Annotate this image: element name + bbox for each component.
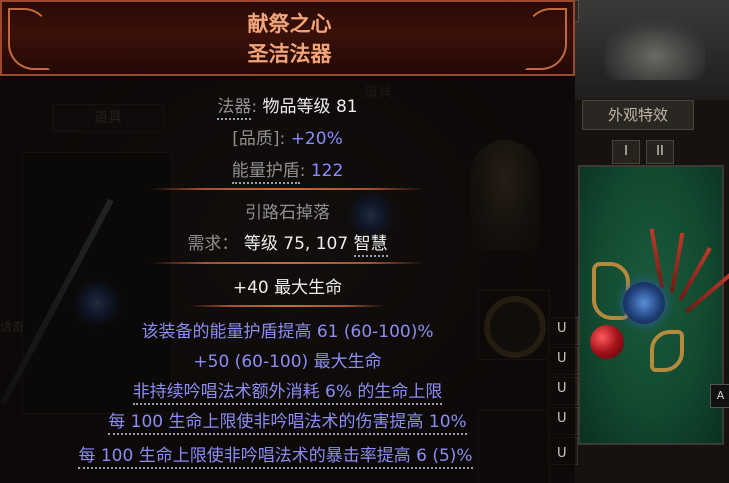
required-level: 等级 75,	[243, 234, 311, 254]
explicit-mod: +50 (60-100) 最大生命	[0, 347, 575, 372]
drop-source-line: 引路石掉落	[0, 198, 575, 223]
separator	[150, 262, 425, 264]
explicit-mod-text[interactable]: 每 100 生命上限使非吟唱法术的暴击率提高 6 (5)%	[78, 446, 473, 469]
quality-label: [品质]	[232, 129, 280, 149]
mod-tier-tag: U	[557, 411, 567, 426]
energy-shield-label[interactable]: 能量护盾	[231, 161, 300, 184]
cosmetic-tabs: I II	[612, 140, 680, 164]
energy-shield-line: 能量护盾: 122	[0, 156, 575, 184]
implicit-mod-text: +40 最大生命	[232, 278, 343, 298]
item-base-type: 圣洁法器	[247, 41, 332, 66]
mod-tier-tag: U	[557, 351, 567, 366]
item-type-line: 法器: 物品等级 81	[0, 92, 575, 120]
explicit-mod-text: +50 (60-100) 最大生命	[193, 352, 382, 372]
explicit-mod: 该装备的能量护盾提高 61 (60-100)%	[0, 317, 575, 342]
explicit-mod: 每 100 生命上限使非吟唱法术的伤害提高 10%	[0, 407, 575, 435]
quality-line: [品质]: +20%	[232, 129, 343, 149]
tab-cosmetic-1[interactable]: I	[612, 140, 640, 164]
tooltip-header: 献祭之心 圣洁法器	[0, 0, 575, 76]
explicit-mod: 非持续吟唱法术额外消耗 6% 的生命上限	[0, 377, 575, 405]
explicit-mod-text[interactable]: 每 100 生命上限使非吟唱法术的伤害提高 10%	[108, 412, 467, 435]
mod-tier-tag: U	[557, 446, 567, 461]
quality-value: +20%	[290, 129, 343, 149]
explicit-mod-text: 该装备的能量护盾提高 61 (60-100)%	[141, 322, 434, 342]
lion-statue-image	[605, 20, 705, 80]
tab-cosmetic-2[interactable]: II	[646, 140, 674, 164]
red-orb-icon	[590, 325, 624, 359]
rune-socket-icon	[623, 282, 665, 324]
energy-shield-value: 122	[310, 161, 344, 181]
requirements-line: 需求： 等级 75, 107 智慧	[0, 229, 575, 257]
explicit-mod: 每 100 生命上限使非吟唱法术的暴击率提高 6 (5)%	[0, 441, 563, 469]
item-tooltip: 献祭之心 圣洁法器 法器: 物品等级 81 [品质]: +20% 能量护盾: 1…	[0, 0, 575, 483]
implicit-mod: +40 最大生命	[0, 273, 575, 298]
mod-tier-tag: U	[557, 381, 567, 396]
item-name: 献祭之心	[247, 11, 332, 36]
item-type-label[interactable]: 法器	[217, 97, 252, 120]
cosmetic-panel-title: 外观特效	[582, 100, 694, 130]
drop-source-text: 引路石掉落	[245, 203, 330, 223]
intelligence-label[interactable]: 智慧	[353, 234, 388, 257]
separator	[190, 305, 385, 307]
requirements-label: 需求：	[187, 234, 239, 254]
required-intelligence-value: 107	[315, 234, 349, 254]
explicit-mod-text[interactable]: 非持续吟唱法术额外消耗 6% 的生命上限	[132, 382, 443, 405]
item-level-text: 物品等级 81	[262, 97, 358, 117]
corner-action-button[interactable]: A	[710, 384, 729, 408]
mod-tier-tag: U	[557, 321, 567, 336]
separator	[150, 188, 425, 190]
